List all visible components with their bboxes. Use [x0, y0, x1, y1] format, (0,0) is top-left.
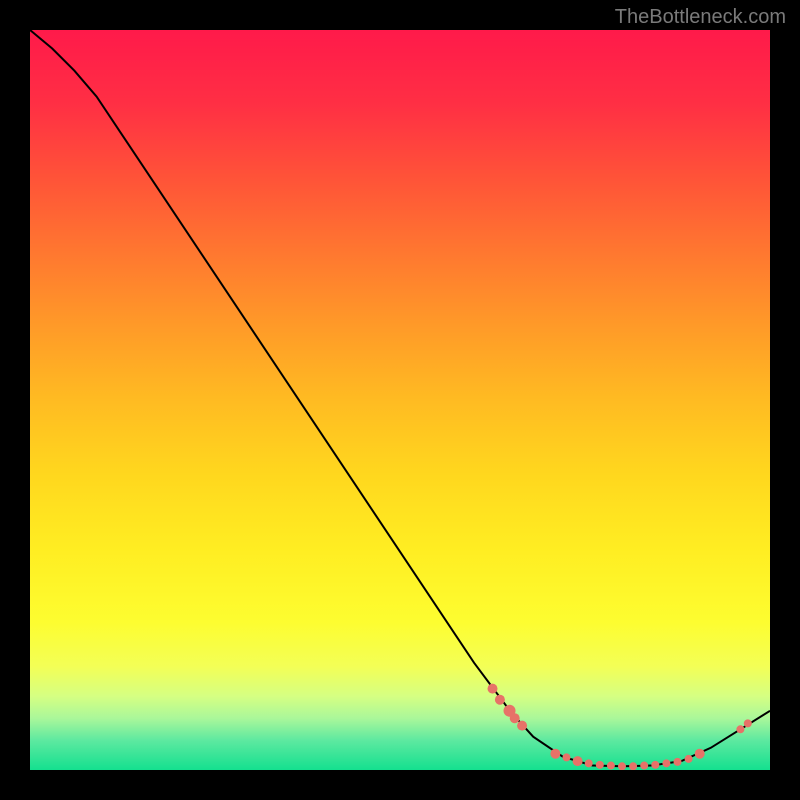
data-point [573, 756, 583, 766]
data-point [607, 762, 615, 770]
watermark-text: TheBottleneck.com [615, 6, 786, 29]
data-point [495, 695, 505, 705]
data-point [736, 725, 744, 733]
data-point [585, 759, 593, 767]
data-point [618, 762, 626, 770]
data-point [674, 758, 682, 766]
data-point [695, 749, 705, 759]
data-point [563, 753, 571, 761]
chart-container: TheBottleneck.com [0, 0, 800, 800]
data-point [651, 761, 659, 769]
data-point [640, 762, 648, 770]
data-point [662, 759, 670, 767]
chart-svg [30, 30, 770, 770]
data-point [517, 721, 527, 731]
data-point [629, 762, 637, 770]
data-point [550, 749, 560, 759]
data-point [596, 761, 604, 769]
data-point [510, 713, 520, 723]
data-point [744, 719, 752, 727]
data-point [685, 755, 693, 763]
plot-area [30, 30, 770, 770]
data-point [488, 684, 498, 694]
gradient-background [30, 30, 770, 770]
